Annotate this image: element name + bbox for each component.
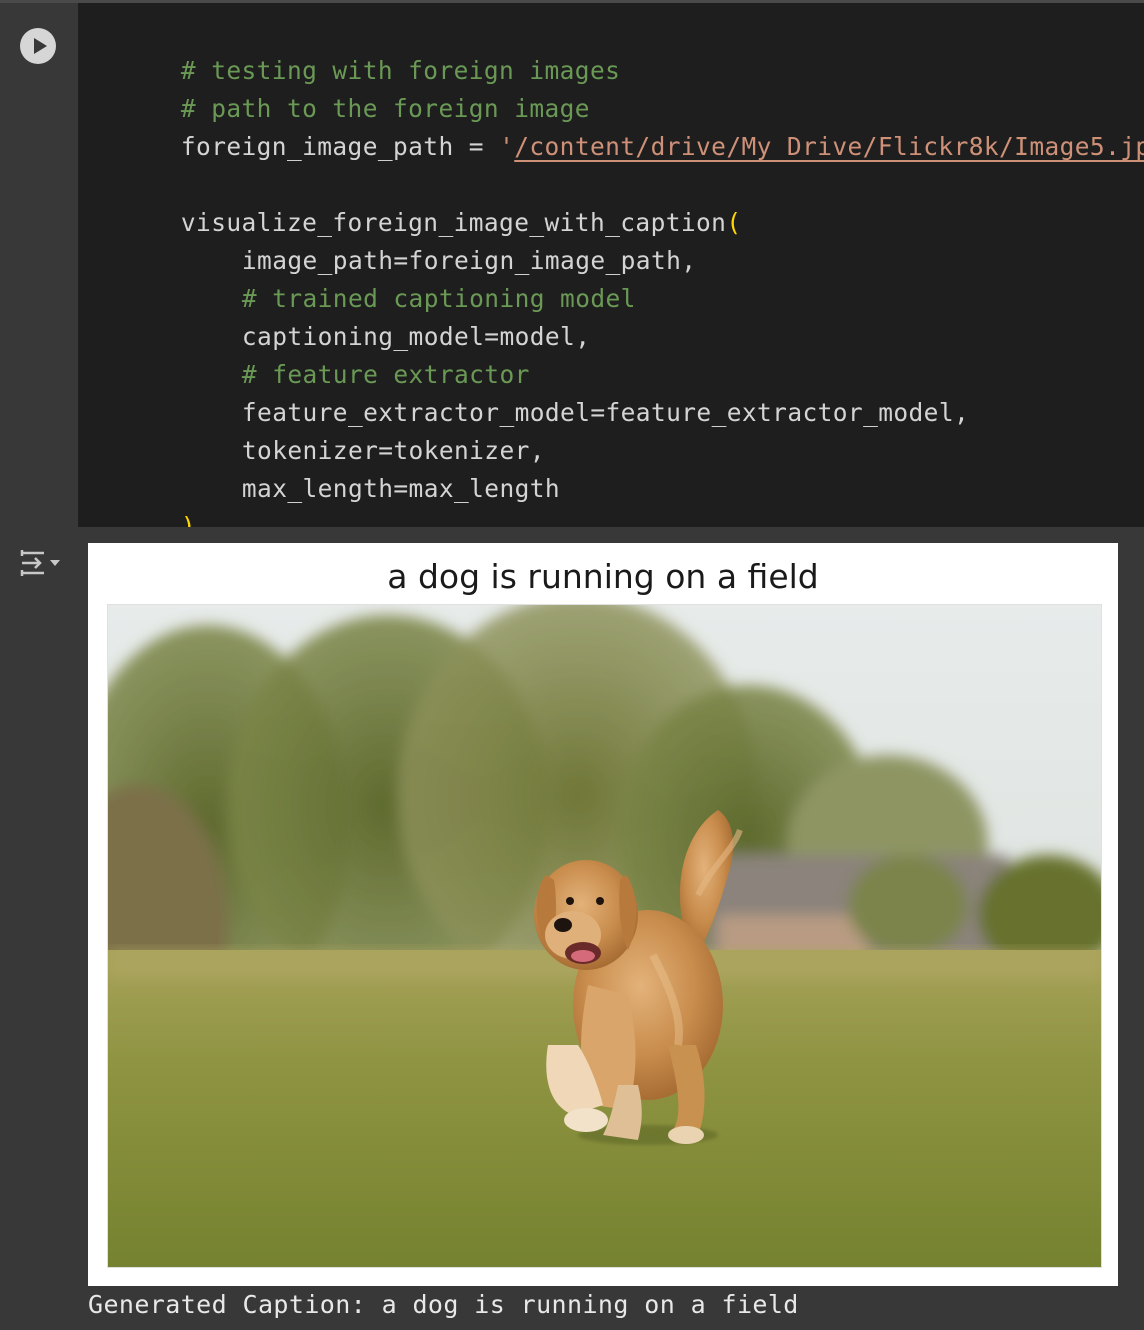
code-cell: # testing with foreign images # path to … [0,0,1144,541]
code-line: feature_extractor_model=feature_extracto… [90,356,969,427]
generated-caption-output: Generated Caption: a dog is running on a… [88,1290,799,1319]
run-cell-button[interactable] [20,28,56,64]
output-collapse-button[interactable] [18,546,62,582]
code-line: # testing with foreign images [90,14,620,85]
code-line: max_length=max_length [90,432,560,503]
code-line: # path to the foreign image [90,52,590,123]
output-collapse-icon [20,550,60,576]
cell-gutter [0,3,78,527]
dog-running-image [108,605,1101,1267]
code-line: tokenizer=tokenizer, [90,394,545,465]
play-icon [34,38,47,54]
code-line: # trained captioning model [90,242,636,313]
code-line: captioning_model=model, [90,280,590,351]
output-figure: a dog is running on a field [88,543,1118,1286]
code-string-path[interactable]: /content/drive/My Drive/Flickr8k/Image5.… [514,132,1144,161]
code-string-quote: ' [499,132,515,161]
figure-title: a dog is running on a field [387,557,819,596]
cell-output: a dog is running on a field Generated Ca… [0,527,1144,1330]
code-argument: max_length=max_length [241,474,561,503]
code-line: visualize_foreign_image_with_caption( [90,166,741,237]
code-paren: ( [726,208,742,237]
code-line: image_path=foreign_image_path, [90,204,696,275]
code-line: foreign_image_path = '/content/drive/My … [90,90,1144,161]
dog-photo [107,604,1102,1268]
code-editor[interactable]: # testing with foreign images # path to … [78,3,1144,541]
code-line: ) [90,470,196,541]
code-variable: foreign_image_path = [180,132,500,161]
code-line: # feature extractor [90,318,530,389]
